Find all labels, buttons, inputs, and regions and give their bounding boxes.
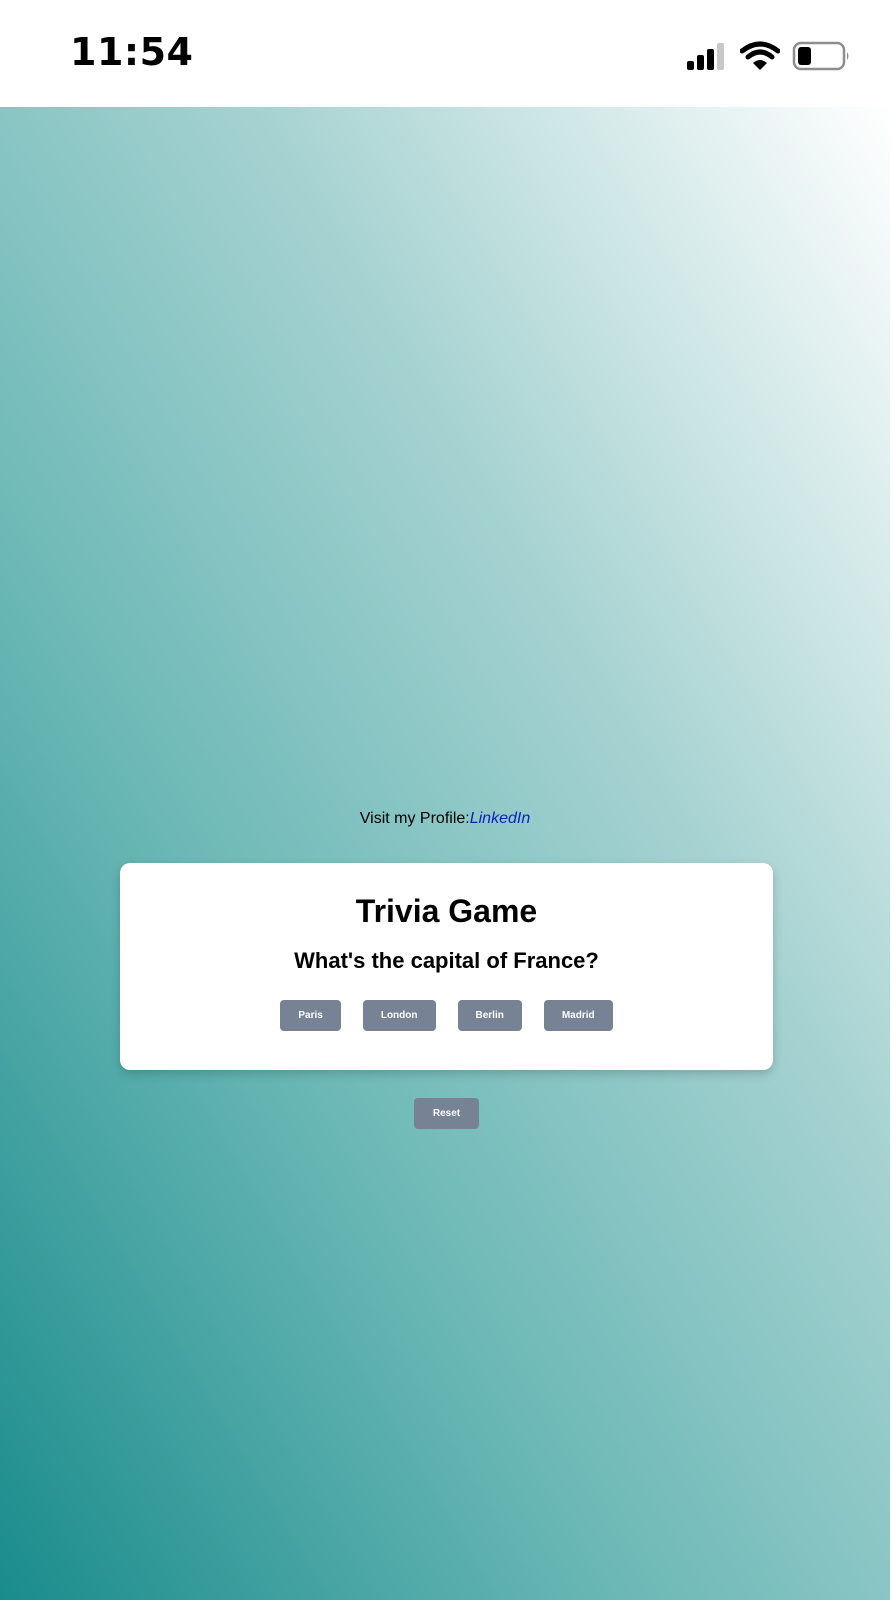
signal-icon <box>687 43 724 70</box>
trivia-card: Trivia Game What's the capital of France… <box>120 863 773 1070</box>
battery-icon <box>792 41 849 71</box>
answer-paris-button[interactable]: Paris <box>280 1000 341 1031</box>
question-text: What's the capital of France? <box>294 948 599 973</box>
answer-options: Paris London Berlin Madrid <box>120 1000 773 1031</box>
game-title: Trivia Game <box>355 893 538 929</box>
page-viewport: Visit my Profile:LinkedIn Trivia Game Wh… <box>0 107 890 1600</box>
answer-london-button[interactable]: London <box>362 1000 436 1031</box>
status-bar: 11:54 <box>0 0 892 107</box>
profile-line: Visit my Profile:LinkedIn <box>0 810 890 828</box>
linkedin-link[interactable]: LinkedIn <box>470 810 531 827</box>
answer-berlin-button[interactable]: Berlin <box>457 1000 522 1031</box>
reset-button[interactable]: Reset <box>414 1098 479 1129</box>
answer-madrid-button[interactable]: Madrid <box>543 1000 613 1031</box>
clock: 11:54 <box>70 30 194 74</box>
profile-prefix: Visit my Profile: <box>359 810 470 827</box>
status-icons <box>686 40 852 72</box>
wifi-icon <box>740 41 780 70</box>
